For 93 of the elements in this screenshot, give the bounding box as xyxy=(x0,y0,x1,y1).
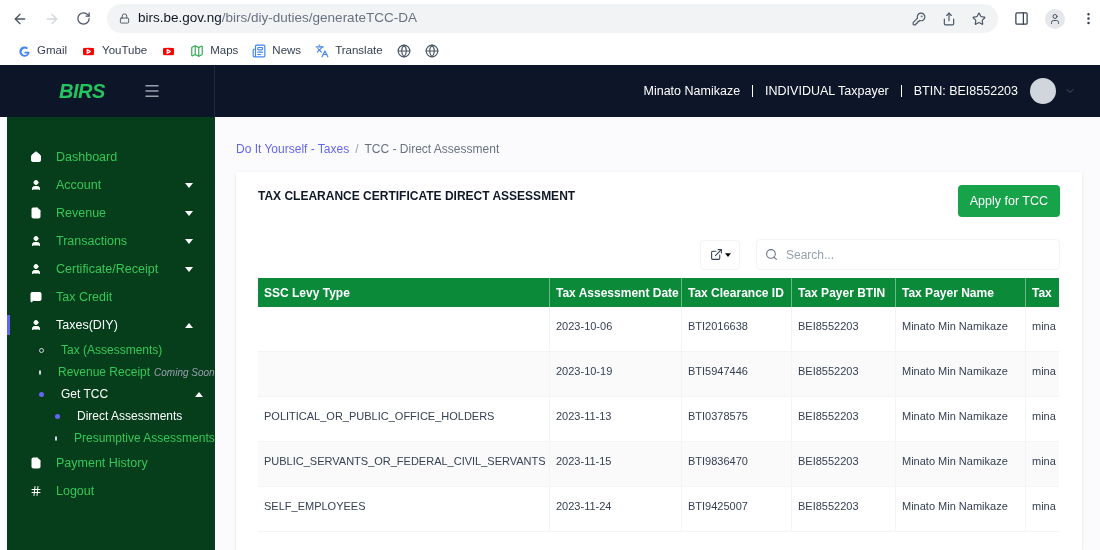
sidebar-item[interactable]: Taxes(DIY) xyxy=(7,311,215,339)
table-cell: BTI9836470 xyxy=(688,455,748,467)
globe-icon xyxy=(424,44,439,58)
item-icon xyxy=(30,291,42,303)
apply-button[interactable]: Apply for TCC xyxy=(957,185,1060,217)
table-cell: 2023-11-24 xyxy=(556,500,612,512)
table-cell: BEI8552203 xyxy=(798,320,859,332)
bookmark[interactable]: YouTube xyxy=(81,42,148,60)
sidebar-item[interactable]: Certificate/Receipt xyxy=(7,255,215,283)
user-name: Minato Namikaze xyxy=(643,82,741,100)
table-cell: BEI8552203 xyxy=(798,410,859,422)
table-cell: 2023-10-19 xyxy=(556,365,613,377)
share-icon[interactable] xyxy=(942,11,956,26)
breadcrumb-link[interactable]: Do It Yourself - Taxes xyxy=(236,140,350,158)
export-button[interactable] xyxy=(700,239,740,270)
item-icon xyxy=(30,263,42,275)
card-title: TAX CLEARANCE CERTIFICATE DIRECT ASSESSMENT xyxy=(258,188,576,205)
table-cell: mina xyxy=(1032,320,1056,332)
item-icon xyxy=(30,485,42,497)
sidebar-item[interactable]: Logout xyxy=(7,477,215,505)
table-cell: POLITICAL_OR_PUBLIC_OFFICE_HOLDERS xyxy=(264,410,495,422)
sidebar-item[interactable]: Dashboard xyxy=(7,143,215,171)
item-icon xyxy=(30,179,42,191)
item-icon xyxy=(30,207,42,219)
news-icon xyxy=(252,44,267,58)
menu-icon[interactable] xyxy=(142,82,161,100)
table-cell: BTI0378575 xyxy=(688,410,748,422)
translate-icon xyxy=(315,44,330,58)
table-cell: mina xyxy=(1032,365,1056,377)
side-panel-icon[interactable] xyxy=(1014,11,1029,26)
bookmark[interactable]: Maps xyxy=(190,42,239,60)
sidebar-item[interactable]: Account xyxy=(7,171,215,199)
item-icon xyxy=(30,319,42,331)
table-cell: Minato Min Namikaze xyxy=(902,455,1008,467)
sidebar-subitem[interactable]: Revenue Receipt Coming Soon xyxy=(7,361,215,383)
item-icon xyxy=(30,457,42,469)
table-cell: BEI8552203 xyxy=(798,455,859,467)
export-icon xyxy=(709,248,723,261)
bullet-icon xyxy=(55,413,60,419)
search-field[interactable]: Search... xyxy=(756,239,1060,270)
google-icon xyxy=(18,44,31,58)
url-text: birs.be.gov.ng/birs/diy-duties/generateTCC-DA xyxy=(138,9,417,28)
table-cell: BEI8552203 xyxy=(798,365,859,377)
coming-soon-note: Coming Soon xyxy=(154,365,215,380)
table-cell: BEI8552203 xyxy=(798,500,859,512)
bookmark[interactable]: News xyxy=(252,42,302,60)
key-icon[interactable] xyxy=(912,11,926,26)
table-cell: Minato Min Namikaze xyxy=(902,500,1008,512)
reload-icon[interactable] xyxy=(76,11,91,26)
table-cell: Minato Min Namikaze xyxy=(902,365,1008,377)
lock-icon xyxy=(119,13,130,24)
globe-icon xyxy=(396,44,411,58)
bookmark[interactable]: Translate xyxy=(315,42,383,60)
search-input[interactable]: Search... xyxy=(786,245,1051,264)
sidebar-subitem[interactable]: Presumptive Assessments xyxy=(7,427,215,449)
bullet-icon xyxy=(39,391,44,397)
table-cell: BTI2016638 xyxy=(688,320,748,332)
profile-icon[interactable] xyxy=(1045,8,1065,29)
bookmark[interactable]: Gmail xyxy=(18,42,68,60)
table-cell: BTI5947446 xyxy=(688,365,748,377)
logo[interactable]: BIRS xyxy=(59,76,105,106)
sidebar-item[interactable]: Tax Credit xyxy=(7,283,215,311)
sidebar-item[interactable]: Payment History xyxy=(7,449,215,477)
table-cell: BTI9425007 xyxy=(688,500,748,512)
search-icon xyxy=(765,248,778,261)
avatar[interactable] xyxy=(1030,78,1056,104)
sidebar-subitem[interactable]: Get TCC xyxy=(7,383,215,405)
sidebar-item[interactable]: Revenue xyxy=(7,199,215,227)
item-icon xyxy=(30,151,42,163)
sidebar-subitem[interactable]: Tax (Assessments) xyxy=(7,339,215,361)
sidebar-item[interactable]: Transactions xyxy=(7,227,215,255)
item-icon xyxy=(30,235,42,247)
bookmark[interactable] xyxy=(424,44,439,58)
table-cell: 2023-11-15 xyxy=(556,455,612,467)
table-cell: Minato Min Namikaze xyxy=(902,410,1008,422)
address-bar[interactable]: birs.be.gov.ng/birs/diy-duties/generateTCC-DA xyxy=(107,4,998,33)
table-cell: mina xyxy=(1032,455,1056,467)
table-cell: mina xyxy=(1032,500,1056,512)
table-cell: 2023-11-13 xyxy=(556,410,612,422)
table-cell: Minato Min Namikaze xyxy=(902,320,1008,332)
table-cell: SELF_EMPLOYEES xyxy=(264,500,366,512)
bookmark[interactable] xyxy=(396,44,411,58)
table-cell: mina xyxy=(1032,410,1056,422)
caret-icon xyxy=(724,252,731,257)
breadcrumb-separator: / xyxy=(355,141,359,158)
star-icon[interactable] xyxy=(972,11,986,26)
map-icon xyxy=(190,44,205,58)
table-cell: PUBLIC_SERVANTS_OR_FEDERAL_CIVIL_SERVANTS xyxy=(264,455,546,467)
sidebar-subitem[interactable]: Direct Assessments xyxy=(7,405,215,427)
breadcrumb-current: TCC - Direct Assessment xyxy=(364,141,500,158)
table-cell: 2023-10-06 xyxy=(556,320,613,332)
btin-text: BTIN: BEI8552203 xyxy=(913,82,1018,100)
user-role: INDIVIDUAL Taxpayer xyxy=(765,82,889,100)
